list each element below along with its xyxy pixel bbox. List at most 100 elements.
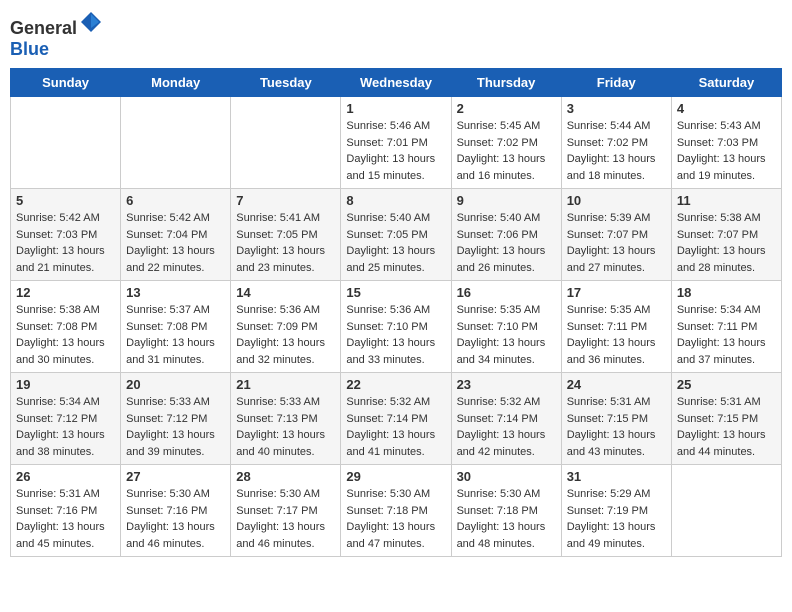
daylight: Daylight: 13 hours and 40 minutes. [236, 429, 325, 458]
sunrise: Sunrise: 5:45 AM [457, 120, 541, 132]
cell-content: Sunrise: 5:45 AMSunset: 7:02 PMDaylight:… [457, 118, 556, 184]
logo-text: General Blue [10, 10, 103, 60]
sunrise: Sunrise: 5:44 AM [567, 120, 651, 132]
day-number: 7 [236, 193, 335, 208]
day-number: 14 [236, 285, 335, 300]
calendar-cell: 21Sunrise: 5:33 AMSunset: 7:13 PMDayligh… [231, 373, 341, 465]
cell-content: Sunrise: 5:39 AMSunset: 7:07 PMDaylight:… [567, 210, 666, 276]
sunrise: Sunrise: 5:41 AM [236, 212, 320, 224]
daylight: Daylight: 13 hours and 39 minutes. [126, 429, 215, 458]
sunset: Sunset: 7:07 PM [567, 229, 648, 241]
sunrise: Sunrise: 5:35 AM [567, 304, 651, 316]
cell-content: Sunrise: 5:32 AMSunset: 7:14 PMDaylight:… [457, 394, 556, 460]
calendar-cell [11, 97, 121, 189]
sunset: Sunset: 7:09 PM [236, 321, 317, 333]
day-of-week-tuesday: Tuesday [231, 69, 341, 97]
sunset: Sunset: 7:12 PM [16, 413, 97, 425]
cell-content: Sunrise: 5:33 AMSunset: 7:12 PMDaylight:… [126, 394, 225, 460]
sunrise: Sunrise: 5:36 AM [346, 304, 430, 316]
sunset: Sunset: 7:04 PM [126, 229, 207, 241]
logo-icon [79, 10, 103, 34]
cell-content: Sunrise: 5:31 AMSunset: 7:16 PMDaylight:… [16, 486, 115, 552]
daylight: Daylight: 13 hours and 47 minutes. [346, 521, 435, 550]
cell-content: Sunrise: 5:30 AM Sunset: 7:18 PM Daylight:… [457, 486, 556, 552]
calendar-cell: 26 Sunrise: 5:31 AMSunset: 7:16 PMDayligh… [11, 465, 121, 557]
calendar-cell: 8Sunrise: 5:40 AMSunset: 7:05 PMDaylight… [341, 189, 451, 281]
sunrise: Sunrise: 5:32 AM [457, 396, 541, 408]
cell-content: Sunrise: 5:38 AMSunset: 7:07 PMDaylight:… [677, 210, 776, 276]
cell-content: Sunrise: 5:31 AMSunset: 7:15 PMDaylight:… [567, 394, 666, 460]
sunrise: Sunrise: 5:33 AM [126, 396, 210, 408]
calendar-cell: 12Sunrise: 5:38 AMSunset: 7:08 PMDayligh… [11, 281, 121, 373]
day-number: 11 [677, 193, 776, 208]
daylight: Daylight: 13 hours and 36 minutes. [567, 337, 656, 366]
calendar-cell: 19Sunrise: 5:34 AMSunset: 7:12 PMDayligh… [11, 373, 121, 465]
sunset: Sunset: 7:02 PM [457, 137, 538, 149]
logo-general: General [10, 18, 77, 38]
day-of-week-monday: Monday [121, 69, 231, 97]
day-number: 5 [16, 193, 115, 208]
daylight: Daylight: 13 hours and 43 minutes. [567, 429, 656, 458]
calendar-cell: 25 Sunrise: 5:31 AMSunset: 7:15 PMDayligh… [671, 373, 781, 465]
calendar-cell [121, 97, 231, 189]
calendar-cell: 20 Sunrise: 5:33 AMSunset: 7:12 PMDayligh… [121, 373, 231, 465]
sunrise: Sunrise: 5:40 AM [457, 212, 541, 224]
calendar-cell: 6Sunrise: 5:42 AMSunset: 7:04 PMDaylight… [121, 189, 231, 281]
sunset: Sunset: 7:02 PM [567, 137, 648, 149]
cell-content: Sunrise: 5:34 AMSunset: 7:12 PMDaylight:… [16, 394, 115, 460]
sunrise: Sunrise: 5:38 AM [677, 212, 761, 224]
daylight: Daylight: 13 hours and 45 minutes. [16, 521, 105, 550]
calendar-cell [231, 97, 341, 189]
daylight: Daylight: 13 hours and 25 minutes. [346, 245, 435, 274]
sunset: Sunset: 7:17 PM [236, 505, 317, 517]
sunrise: Sunrise: 5:42 AM [126, 212, 210, 224]
daylight: Daylight: 13 hours and 48 minutes. [457, 521, 546, 550]
day-number: 4 [677, 101, 776, 116]
day-number: 25 [677, 377, 776, 392]
sunrise: Sunrise: 5:46 AM [346, 120, 430, 132]
day-number: 21 [236, 377, 335, 392]
daylight: Daylight: 13 hours and 18 minutes. [567, 153, 656, 182]
day-of-week-wednesday: Wednesday [341, 69, 451, 97]
calendar-cell: 1Sunrise: 5:46 AMSunset: 7:01 PMDaylight… [341, 97, 451, 189]
cell-content: Sunrise: 5:36 AMSunset: 7:10 PMDaylight:… [346, 302, 445, 368]
cell-content: Sunrise: 5:31 AMSunset: 7:15 PMDaylight:… [677, 394, 776, 460]
day-of-week-saturday: Saturday [671, 69, 781, 97]
logo: General Blue [10, 10, 103, 60]
daylight: Daylight: 13 hours and 27 minutes. [567, 245, 656, 274]
sunrise: Sunrise: 5:33 AM [236, 396, 320, 408]
week-row-4: 19Sunrise: 5:34 AMSunset: 7:12 PMDayligh… [11, 373, 782, 465]
day-number: 16 [457, 285, 556, 300]
cell-content: Sunrise: 5:35 AMSunset: 7:10 PMDaylight:… [457, 302, 556, 368]
day-number: 24 [567, 377, 666, 392]
sunset: Sunset: 7:14 PM [346, 413, 427, 425]
calendar-cell: 14Sunrise: 5:36 AMSunset: 7:09 PMDayligh… [231, 281, 341, 373]
sunset: Sunset: 7:11 PM [567, 321, 648, 333]
calendar-cell: 3Sunrise: 5:44 AMSunset: 7:02 PMDaylight… [561, 97, 671, 189]
sunrise: Sunrise: 5:34 AM [677, 304, 761, 316]
week-row-5: 26 Sunrise: 5:31 AMSunset: 7:16 PMDayligh… [11, 465, 782, 557]
cell-content: Sunrise: 5:42 AMSunset: 7:03 PMDaylight:… [16, 210, 115, 276]
calendar-cell: 9Sunrise: 5:40 AMSunset: 7:06 PMDaylight… [451, 189, 561, 281]
calendar-cell: 22Sunrise: 5:32 AMSunset: 7:14 PMDayligh… [341, 373, 451, 465]
day-number: 6 [126, 193, 225, 208]
calendar-body: 1Sunrise: 5:46 AMSunset: 7:01 PMDaylight… [11, 97, 782, 557]
sunset: Sunset: 7:01 PM [346, 137, 427, 149]
daylight: Daylight: 13 hours and 32 minutes. [236, 337, 325, 366]
sunset: Sunset: 7:08 PM [126, 321, 207, 333]
sunrise: Sunrise: 5:34 AM [16, 396, 100, 408]
calendar-cell: 27Sunrise: 5:30 AMSunset: 7:16 PMDayligh… [121, 465, 231, 557]
sunrise: Sunrise: 5:30 AM [457, 488, 541, 500]
day-number: 20 [126, 377, 225, 392]
calendar-cell: 28Sunrise: 5:30 AMSunset: 7:17 PMDayligh… [231, 465, 341, 557]
cell-content: Sunrise: 5:44 AM Sunset: 7:02 PM Daylight:… [567, 118, 666, 184]
cell-content: Sunrise: 5:30 AMSunset: 7:18 PMDaylight:… [346, 486, 445, 552]
calendar-cell: 4Sunrise: 5:43 AMSunset: 7:03 PMDaylight… [671, 97, 781, 189]
day-number: 26 [16, 469, 115, 484]
cell-content: Sunrise: 5:41 AMSunset: 7:05 PMDaylight:… [236, 210, 335, 276]
days-of-week-row: SundayMondayTuesdayWednesdayThursdayFrid… [11, 69, 782, 97]
sunrise: Sunrise: 5:31 AM [567, 396, 651, 408]
sunset: Sunset: 7:05 PM [346, 229, 427, 241]
sunset: Sunset: 7:18 PM [457, 505, 538, 517]
sunrise: Sunrise: 5:31 AM [677, 396, 761, 408]
